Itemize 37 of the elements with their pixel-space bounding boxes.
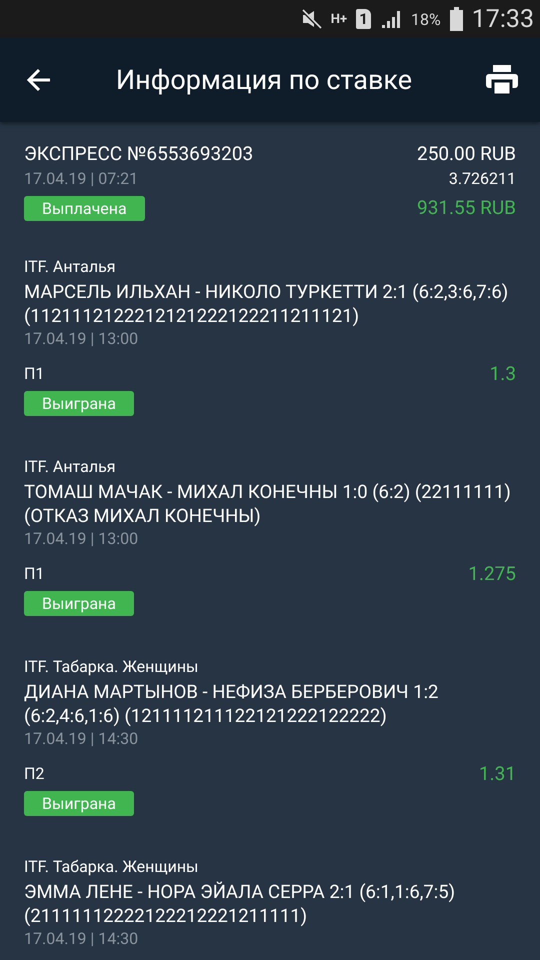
league-name: ITF. Табарка. Женщины bbox=[24, 856, 200, 878]
odds-value: 1.275 bbox=[468, 562, 516, 585]
clock: 17:33 bbox=[472, 4, 534, 34]
match-date: 17.04.19 | 13:00 bbox=[24, 328, 140, 350]
status-badge: Выиграна bbox=[24, 591, 134, 616]
match-title: МАРСЕЛЬ ИЛЬХАН - НИКОЛО ТУРКЕТТИ 2:1 (6:2,3:6,7:6) (1121112122212121222122211211121) bbox=[24, 280, 510, 328]
total-odds: 3.726211 bbox=[448, 168, 516, 190]
match-date: 17.04.19 | 14:30 bbox=[24, 728, 140, 750]
battery-icon bbox=[450, 7, 463, 31]
status-badge: Выиграна bbox=[24, 791, 134, 816]
bet-title: ЭКСПРЕСС №6553693203 bbox=[24, 141, 254, 167]
match-title: ДИАНА МАРТЫНОВ - НЕФИЗА БЕРБЕРОВИЧ 1:2 (6:2,4:6,1:6) (121111211122121222122222) bbox=[24, 680, 440, 728]
league-name: ITF. Анталья bbox=[24, 256, 117, 278]
pick-label: П1 bbox=[24, 564, 44, 583]
screen-title: Информация по ставке bbox=[114, 64, 414, 96]
match-title: ЭММА ЛЕНЕ - НОРА ЭЙАЛА СЕРРА 2:1 (6:1,1:6,7:5) (21111112222122212221211111) bbox=[24, 880, 456, 928]
status-badge: Выплачена bbox=[24, 196, 145, 221]
stake-amount: 250.00 RUB bbox=[417, 141, 516, 167]
pick-label: П2 bbox=[24, 764, 44, 783]
odds-value: 1.3 bbox=[490, 362, 516, 385]
status-badge: Выиграна bbox=[24, 391, 134, 416]
payout-amount: 931.55 RUB bbox=[417, 195, 516, 221]
print-icon[interactable] bbox=[486, 65, 518, 95]
odds-value: 1.31 bbox=[478, 762, 516, 785]
network-type: H+ bbox=[330, 12, 348, 26]
signal-icon bbox=[380, 8, 402, 30]
match-title: ТОМАШ МАЧАК - МИХАЛ КОНЕЧНЫ 1:0 (6:2) (22111111) (ОТКАЗ МИХАЛ КОНЕЧНЫ) bbox=[24, 480, 512, 528]
league-name: ITF. Табарка. Женщины bbox=[24, 656, 200, 678]
pick-label: П1 bbox=[24, 364, 44, 383]
bet-date: 17.04.19 | 07:21 bbox=[24, 168, 140, 190]
league-name: ITF. Анталья bbox=[24, 456, 117, 478]
sim-icon: 1 bbox=[356, 9, 372, 29]
match-date: 17.04.19 | 13:00 bbox=[24, 528, 140, 550]
match-date: 17.04.19 | 14:30 bbox=[24, 928, 140, 950]
battery-percent: 18% bbox=[411, 10, 441, 28]
back-arrow-icon[interactable] bbox=[26, 68, 52, 92]
mute-icon bbox=[300, 8, 322, 30]
